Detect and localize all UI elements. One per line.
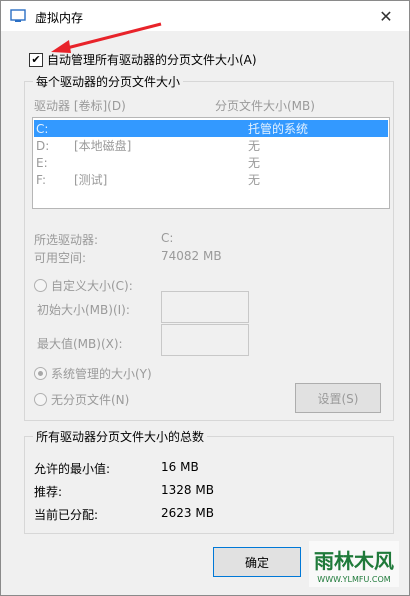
- no-paging-option[interactable]: 无分页文件(N): [34, 391, 129, 408]
- watermark-graphic: 雨林木风 WWW.YLMFU.COM: [309, 541, 399, 587]
- drive-letter: F:: [36, 172, 47, 187]
- close-icon: ✕: [379, 6, 393, 26]
- system-managed-option[interactable]: 系统管理的大小(Y): [34, 365, 152, 382]
- selected-drive-label: 所选驱动器:: [34, 233, 99, 247]
- system-managed-label: 系统管理的大小(Y): [51, 367, 152, 381]
- drive-row-d[interactable]: D: [本地磁盘] 无: [34, 137, 388, 154]
- watermark-text-main: 雨林木风: [314, 549, 394, 573]
- virtual-memory-dialog: 虚拟内存 ✕ ✔ 自动管理所有驱动器的分页文件大小(A) 每个驱动器的分页文件大…: [0, 0, 410, 596]
- initial-size-input[interactable]: [161, 291, 249, 323]
- recommended-label: 推荐:: [34, 485, 63, 499]
- min-allowed-value: 16 MB: [161, 460, 199, 474]
- drive-paging-size: 无: [248, 139, 261, 153]
- ok-button[interactable]: 确定: [213, 547, 301, 577]
- current-allocated-label: 当前已分配:: [34, 508, 99, 522]
- custom-size-option[interactable]: 自定义大小(C):: [34, 277, 133, 294]
- red-arrow-annotation: [51, 22, 162, 53]
- no-paging-radio[interactable]: [34, 393, 47, 406]
- drive-list[interactable]: C: 托管的系统 D: [本地磁盘] 无 E: 无 F: [测试] 无: [32, 117, 390, 209]
- drive-paging-size: 无: [248, 156, 261, 170]
- drive-paging-size: 无: [248, 173, 261, 187]
- set-button[interactable]: 设置(S): [295, 383, 381, 413]
- col-paging-header: 分页文件大小(MB): [215, 99, 315, 113]
- window-app-icon: [10, 9, 26, 22]
- drives-group-title: 每个驱动器的分页文件大小: [33, 73, 184, 90]
- system-managed-radio[interactable]: [34, 367, 47, 380]
- drive-letter: C:: [36, 121, 49, 136]
- custom-size-radio[interactable]: [34, 279, 47, 292]
- drive-label: [测试]: [74, 173, 108, 187]
- free-space-value: 74082 MB: [161, 249, 222, 263]
- drive-letter: D:: [36, 138, 50, 153]
- watermark-logo: 雨林木风 WWW.YLMFU.COM: [309, 541, 399, 587]
- drive-row-c[interactable]: C: 托管的系统: [34, 120, 388, 137]
- total-group-title: 所有驱动器分页文件大小的总数: [33, 428, 208, 445]
- auto-manage-label: 自动管理所有驱动器的分页文件大小(A): [47, 53, 257, 67]
- initial-size-label: 初始大小(MB)(I):: [37, 303, 130, 317]
- close-button[interactable]: ✕: [369, 2, 403, 30]
- drive-label: [本地磁盘]: [74, 139, 132, 153]
- drive-paging-size: 托管的系统: [248, 122, 309, 136]
- selected-drive-value: C:: [161, 231, 174, 245]
- watermark-text-url: WWW.YLMFU.COM: [317, 575, 390, 584]
- max-size-input[interactable]: [161, 324, 249, 356]
- custom-size-label: 自定义大小(C):: [51, 279, 133, 293]
- max-size-label: 最大值(MB)(X):: [37, 337, 123, 351]
- min-allowed-label: 允许的最小值:: [34, 462, 111, 476]
- auto-manage-row[interactable]: ✔ 自动管理所有驱动器的分页文件大小(A): [29, 51, 257, 68]
- drive-letter: E:: [36, 155, 48, 170]
- current-allocated-value: 2623 MB: [161, 506, 214, 520]
- drive-row-f[interactable]: F: [测试] 无: [34, 171, 388, 188]
- col-drive-header: 驱动器 [卷标](D): [34, 99, 126, 113]
- free-space-label: 可用空间:: [34, 251, 87, 265]
- auto-manage-checkbox[interactable]: ✔: [29, 52, 43, 67]
- recommended-value: 1328 MB: [161, 483, 214, 497]
- drive-row-e[interactable]: E: 无: [34, 154, 388, 171]
- no-paging-label: 无分页文件(N): [51, 393, 130, 407]
